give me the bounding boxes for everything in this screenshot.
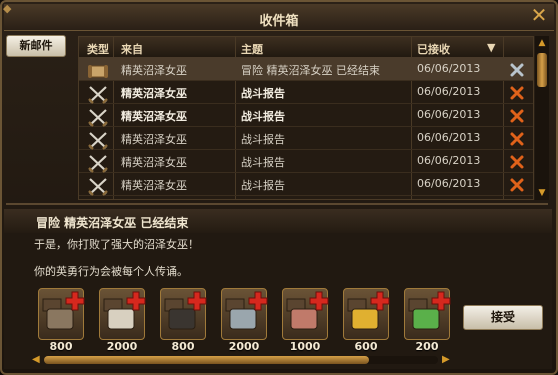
delete-icon[interactable] [509,131,525,147]
reward-amount: 600 [354,340,378,353]
mail-date: 06/06/2013 [417,131,481,144]
scroll-track[interactable] [44,356,438,364]
scroll-up-icon[interactable]: ▲ [536,38,548,48]
reward-item[interactable]: 200 [404,288,451,353]
message-subject: 冒险 精英沼泽女巫 已经结束 [36,216,189,230]
message-line: 你的英勇行为会被每个人传诵。 [34,265,188,278]
new-mail-button[interactable]: 新邮件 [6,35,66,57]
crossed-swords-icon [87,154,109,173]
message-line: 于是，你打败了强大的沼泽女巫！ [34,238,199,251]
rewards-scrollbar[interactable]: ◀ ▶ [32,354,452,366]
reward-amount: 800 [49,340,73,353]
delete-icon[interactable] [509,108,525,124]
sort-desc-icon[interactable]: ▼ [487,41,495,54]
scroll-thumb[interactable] [537,53,547,87]
mail-list-header: 类型 来自 主题 已接收 ▼ [79,37,533,58]
coal-resource-icon [164,291,207,330]
mail-subject: 战斗报告 [241,179,285,192]
reward-amount: 800 [171,340,195,353]
reward-item[interactable]: 800 [38,288,85,353]
mail-from: 精英沼泽女巫 [121,156,187,169]
mail-date: 06/06/2013 [417,154,481,167]
scroll-left-icon[interactable]: ◀ [32,354,40,366]
mail-row[interactable]: 精英沼泽女巫 战斗报告 06/06/2013 [79,80,533,104]
delete-icon[interactable] [509,85,525,101]
mail-subject: 战斗报告 [241,156,285,169]
mail-row[interactable]: 精英沼泽女巫 战斗报告 06/06/2013 [79,172,533,196]
reward-amount: 2000 [106,340,138,353]
crossed-swords-icon [87,177,109,196]
scroll-icon [87,62,109,81]
reward-amount: 2000 [228,340,260,353]
mail-from: 精英沼泽女巫 [121,87,187,100]
mail-subject: 战斗报告 [241,87,285,100]
mail-list: 类型 来自 主题 已接收 ▼ 精英沼泽女巫 冒险 精英沼泽女巫 已经结束 06/06… [78,36,534,200]
mail-subject: 冒险 精英沼泽女巫 已经结束 [241,64,380,77]
reward-item[interactable]: 1000 [282,288,329,353]
column-subject[interactable]: 主题 [241,41,263,57]
reward-item[interactable]: 800 [160,288,207,353]
mail-row[interactable]: 精英沼泽女巫 战斗报告 06/06/2013 [79,149,533,173]
mail-date: 06/06/2013 [417,62,481,75]
window-title: 收件箱 [259,14,299,29]
iron-sword-resource-icon [225,291,268,330]
title-bar[interactable]: 收件箱 ✕ [4,4,554,31]
reward-amount: 1000 [289,340,321,353]
reward-item[interactable]: 2000 [221,288,268,353]
corner-ornament-icon: ◆ [3,2,12,15]
sausage-resource-icon [286,291,329,330]
mail-date: 06/06/2013 [417,108,481,121]
mail-from: 精英沼泽女巫 [121,133,187,146]
mail-from: 精英沼泽女巫 [121,179,187,192]
green-gem-resource-icon [408,291,451,330]
crossed-swords-icon [87,108,109,127]
scroll-right-icon[interactable]: ▶ [442,354,450,366]
column-received[interactable]: 已接收 [417,41,450,57]
gold-coin-resource-icon [347,291,390,330]
mail-subject: 战斗报告 [241,110,285,123]
message-header: 冒险 精英沼泽女巫 已经结束 [4,209,552,233]
mail-list-scrollbar[interactable]: ▲ ▼ [535,36,549,200]
mail-row[interactable]: 精英沼泽女巫 战斗报告 06/06/2013 [79,126,533,150]
mail-row[interactable]: 精英沼泽女巫 冒险 精英沼泽女巫 已经结束 06/06/2013 [79,57,533,81]
marble-resource-icon [103,291,146,330]
delete-icon[interactable] [509,154,525,170]
delete-icon[interactable] [509,177,525,193]
mail-date: 06/06/2013 [417,85,481,98]
column-type[interactable]: 类型 [87,41,109,57]
scroll-down-icon[interactable]: ▼ [536,188,548,198]
mail-from: 精英沼泽女巫 [121,64,187,77]
scroll-thumb[interactable] [44,356,369,364]
mail-subject: 战斗报告 [241,133,285,146]
crossed-swords-icon [87,85,109,104]
message-body [4,233,552,369]
reward-amount: 200 [415,340,439,353]
mail-from: 精英沼泽女巫 [121,110,187,123]
column-from[interactable]: 来自 [121,41,143,57]
crossed-swords-icon [87,131,109,150]
stone-resource-icon [42,291,85,330]
mail-row[interactable]: 精英沼泽女巫 战斗报告 06/06/2013 [79,103,533,127]
close-icon[interactable]: ✕ [528,4,550,26]
accept-button[interactable]: 接受 [463,305,543,330]
delete-icon[interactable] [509,62,525,78]
mail-date: 06/06/2013 [417,177,481,190]
reward-item[interactable]: 600 [343,288,390,353]
reward-item[interactable]: 2000 [99,288,146,353]
